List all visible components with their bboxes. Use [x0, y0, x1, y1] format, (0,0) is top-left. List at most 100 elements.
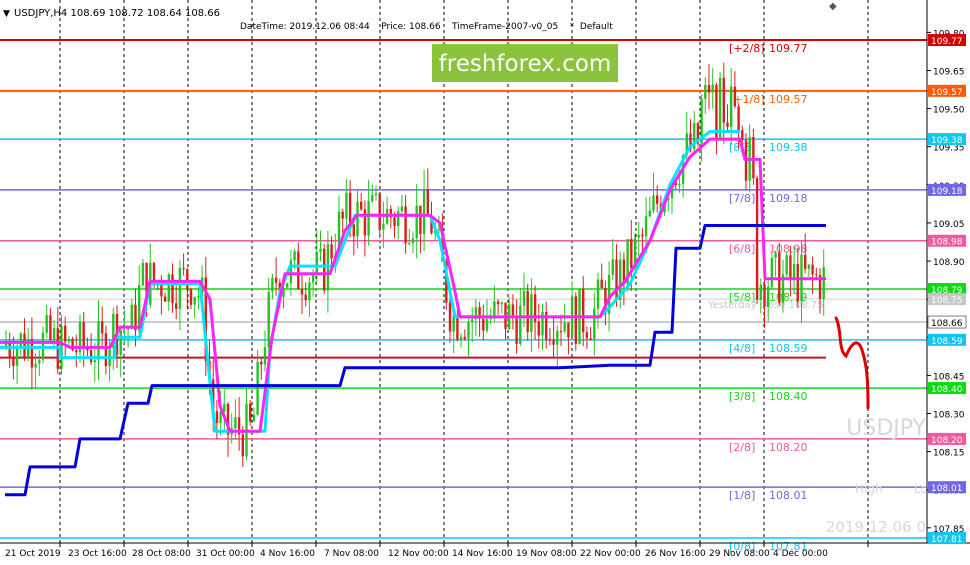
murrey-level-value: 109.77: [769, 42, 808, 55]
candle-body: [97, 321, 100, 361]
candle-body: [600, 279, 603, 288]
price-tag: 109.77: [931, 37, 963, 47]
time-tick-label: 12 Nov 00:00: [388, 549, 449, 559]
candle-body: [419, 205, 422, 234]
candle-body: [297, 251, 300, 290]
candle-body: [130, 304, 133, 329]
candle-body: [537, 321, 540, 336]
candle-body: [256, 361, 259, 415]
candle-body: [415, 205, 418, 239]
candle-body: [271, 277, 274, 292]
price-tag: 107.81: [931, 535, 963, 545]
candle-body: [286, 283, 289, 288]
candle-body: [330, 244, 333, 259]
candle-body: [348, 192, 352, 225]
candle-body: [426, 189, 429, 216]
candle-body: [730, 86, 733, 127]
candle-body: [182, 268, 185, 270]
candle-body: [767, 286, 770, 307]
watermark-high: High: [855, 482, 883, 496]
candle-body: [582, 289, 585, 333]
candle-body: [515, 317, 518, 344]
candle-body: [641, 234, 644, 237]
symbol-ohlc-header: USDJPY,H4 108.69 108.72 108.64 108.66: [14, 8, 220, 19]
candle-body: [574, 296, 577, 344]
price-tick-label: 109.05: [933, 220, 965, 230]
candle-body: [234, 417, 237, 429]
candle-body: [263, 347, 267, 365]
candle-body: [759, 284, 762, 300]
candle-body: [215, 411, 219, 424]
candle-body: [463, 336, 466, 339]
murrey-level-value: 108.20: [769, 441, 808, 454]
price-tag: 109.18: [931, 187, 963, 197]
candle-body: [252, 414, 256, 422]
time-tick-label: 29 Nov 08:00: [709, 549, 770, 559]
candle-body: [726, 122, 729, 127]
candle-body: [456, 315, 459, 340]
time-tick-label: 31 Oct 00:00: [196, 549, 255, 559]
watermark-symbol: USDJPY: [846, 416, 926, 441]
candle-body: [393, 217, 396, 226]
candle-body: [559, 331, 563, 333]
candle-body: [589, 338, 592, 340]
time-tick-label: 28 Oct 08:00: [132, 549, 191, 559]
candle-body: [67, 338, 71, 342]
price-tick-label: 108.45: [933, 372, 965, 382]
candle-body: [341, 211, 344, 219]
candle-body: [711, 84, 714, 93]
murrey-level-value: 108.40: [769, 390, 808, 403]
candle-body: [411, 238, 415, 244]
price-chart: [+2/8] 109.77[+1/8] 109.57[8/8] 109.38[7/8]…: [0, 0, 970, 565]
candle-body: [789, 255, 792, 279]
candle-body: [530, 294, 533, 333]
price-tick-label: 108.30: [933, 411, 965, 421]
candle-body: [652, 195, 655, 211]
price-tag: 109.57: [931, 88, 963, 98]
candle-body: [630, 238, 633, 269]
price-tag: 108.75: [931, 296, 963, 306]
time-tick-label: 4 Nov 16:00: [260, 549, 315, 559]
candle-body: [38, 359, 41, 364]
candle-body: [807, 264, 811, 269]
candle-body: [323, 248, 326, 291]
candle-body: [374, 193, 378, 195]
candle-body: [126, 328, 130, 330]
candle-body: [308, 282, 311, 301]
candle-body: [223, 403, 226, 412]
murrey-level-value: 108.01: [769, 489, 808, 502]
candle-body: [289, 260, 293, 284]
time-tick-label: 26 Nov 16:00: [645, 549, 706, 559]
candle-body: [360, 201, 363, 210]
murrey-level-value: 109.18: [769, 192, 808, 205]
candle-body: [422, 189, 426, 234]
candle-body: [459, 336, 463, 340]
candle-body: [770, 257, 774, 287]
murrey-level-value: 109.38: [769, 141, 808, 154]
candle-body: [175, 303, 178, 309]
candle-body: [304, 294, 307, 301]
period-separator-diamond-icon: ◆: [829, 1, 837, 12]
candle-body: [774, 252, 777, 258]
candle-body: [123, 329, 126, 331]
candle-body: [241, 434, 244, 457]
price-tag: 109.38: [931, 136, 963, 146]
candle-body: [15, 347, 19, 366]
candle-body: [811, 264, 814, 275]
candle-body: [567, 322, 570, 338]
candle-body: [656, 195, 659, 204]
candle-body: [193, 297, 196, 305]
candle-body: [119, 330, 122, 355]
candle-body: [274, 277, 278, 283]
candle-body: [12, 356, 15, 366]
price-tick-label: 109.50: [933, 106, 965, 116]
candle-body: [23, 333, 26, 358]
candle-body: [678, 183, 681, 186]
watermark-date: 2019.12.06 0: [826, 518, 926, 536]
candle-body: [45, 315, 48, 333]
candle-body: [526, 290, 529, 333]
watermark-low: Lo: [914, 482, 928, 496]
candle-body: [519, 305, 522, 344]
candle-body: [408, 243, 411, 245]
time-tick-label: 22 Nov 00:00: [580, 549, 641, 559]
